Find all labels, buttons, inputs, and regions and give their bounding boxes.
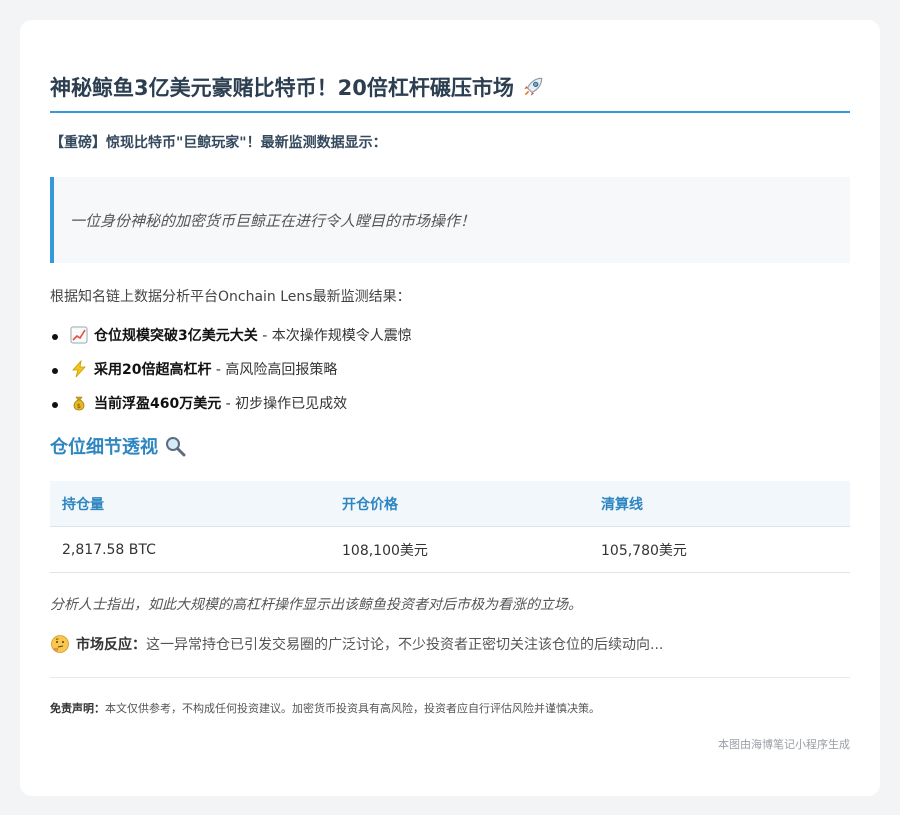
section-title: 仓位细节透视 (50, 433, 850, 463)
section-title-text: 仓位细节透视 (50, 437, 158, 458)
article-card: 神秘鲸鱼3亿美元豪赌比特币！20倍杠杆碾压市场 【重磅】惊现比特币"巨鲸玩家"！… (20, 20, 880, 796)
table-cell: 105,780美元 (589, 526, 850, 573)
analysis-text: 分析人士指出，如此大规模的高杠杆操作显示出该鲸鱼投资者对后市极为看涨的立场。 (50, 597, 582, 613)
table-header-cell: 清算线 (589, 481, 850, 527)
lightning-icon (72, 360, 86, 378)
money-bag-icon: $ (73, 396, 85, 411)
blockquote: 一位身份神秘的加密货币巨鲸正在进行令人瞠目的市场操作！ (50, 177, 850, 263)
intro-paragraph: 根据知名链上数据分析平台Onchain Lens最新监测结果： (50, 289, 411, 305)
article-title-text: 神秘鲸鱼3亿美元豪赌比特币！20倍杠杆碾压市场 (50, 76, 514, 100)
table-row: 2,817.58 BTC 108,100美元 105,780美元 (50, 526, 850, 573)
table-cell: 108,100美元 (330, 526, 589, 573)
reaction-text: 这一异常持仓已引发交易圈的广泛讨论，不少投资者正密切关注该仓位的后续动向... (146, 637, 664, 653)
list-item: 采用20倍超高杠杆 - 高风险高回报策略 (50, 353, 850, 387)
position-table: 持仓量 开仓价格 清算线 2,817.58 BTC 108,100美元 105,… (50, 481, 850, 573)
highlight-rest: - 高风险高回报策略 (211, 362, 338, 378)
reaction-label: 市场反应： (76, 637, 146, 653)
table-header-cell: 开仓价格 (330, 481, 589, 527)
quote-text: 一位身份神秘的加密货币巨鲸正在进行令人瞠目的市场操作！ (70, 211, 476, 230)
disclaimer-label: 免责声明： (50, 702, 105, 715)
bullet-dot (52, 334, 58, 340)
footer-credit: 本图由海博笔记小程序生成 (718, 738, 850, 751)
rocket-icon (524, 77, 543, 96)
list-item: $ 当前浮盈460万美元 - 初步操作已见成效 (50, 387, 850, 421)
bullet-dot (52, 402, 58, 408)
table-header-cell: 持仓量 (50, 481, 330, 527)
table-header-row: 持仓量 开仓价格 清算线 (50, 481, 850, 527)
thinking-face-icon (51, 635, 69, 653)
disclaimer: 免责声明：本文仅供参考，不构成任何投资建议。加密货币投资具有高风险，投资者应自行… (50, 700, 850, 718)
highlight-rest: - 本次操作规模令人震惊 (257, 328, 412, 344)
highlight-bold: 采用20倍超高杠杆 (94, 362, 212, 378)
svg-text:$: $ (77, 402, 81, 410)
divider (50, 677, 850, 678)
market-reaction: 市场反应：这一异常持仓已引发交易圈的广泛讨论，不少投资者正密切关注该仓位的后续动… (50, 633, 850, 657)
bullet-dot (52, 368, 58, 374)
article-title: 神秘鲸鱼3亿美元豪赌比特币！20倍杠杆碾压市场 (50, 20, 850, 113)
chart-increasing-icon (70, 326, 88, 344)
lead-text: 【重磅】惊现比特币"巨鲸玩家"！最新监测数据显示： (50, 135, 387, 151)
disclaimer-text: 本文仅供参考，不构成任何投资建议。加密货币投资具有高风险，投资者应自行评估风险并… (105, 702, 600, 715)
table-cell: 2,817.58 BTC (50, 526, 330, 573)
list-item: 仓位规模突破3亿美元大关 - 本次操作规模令人震惊 (50, 319, 850, 353)
highlight-bold: 当前浮盈460万美元 (94, 396, 222, 412)
highlight-bold: 仓位规模突破3亿美元大关 (94, 328, 258, 344)
magnifier-icon (166, 437, 186, 457)
highlights-list: 仓位规模突破3亿美元大关 - 本次操作规模令人震惊 采用20倍超高杠杆 - 高风… (50, 319, 850, 421)
highlight-rest: - 初步操作已见成效 (221, 396, 348, 412)
